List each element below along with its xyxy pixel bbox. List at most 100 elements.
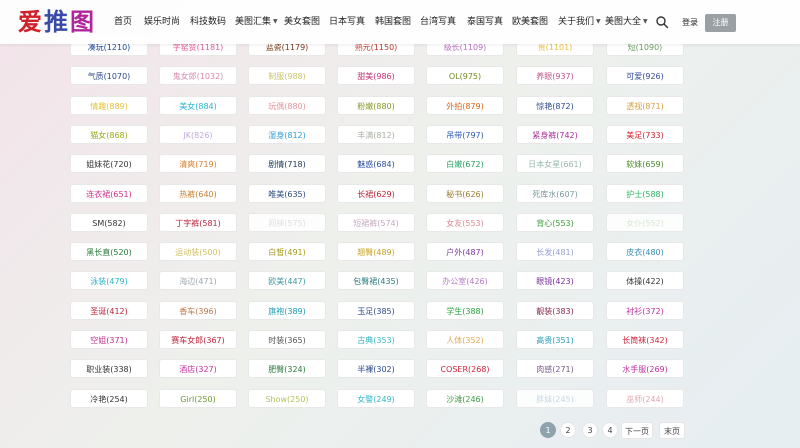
tag-link[interactable]: 水手服(269) (606, 359, 684, 378)
tag-link[interactable]: 半裸(302) (337, 359, 415, 378)
tag-link[interactable]: 眼镜(423) (516, 271, 594, 290)
tag-link[interactable]: 旗袍(389) (248, 301, 326, 320)
tag-link[interactable]: 短裙裤(574) (337, 213, 415, 232)
tag-link[interactable]: 欧美(447) (248, 271, 326, 290)
tag-link[interactable]: 热裤(640) (159, 184, 237, 203)
tag-link[interactable]: 丁字裤(581) (159, 213, 237, 232)
next-page-button[interactable]: 下一页 (621, 422, 653, 439)
nav-item-9[interactable]: 欧美套图 (512, 0, 548, 44)
tag-link[interactable]: 连衣裙(651) (70, 184, 148, 203)
tag-link[interactable]: 运动装(500) (159, 242, 237, 261)
nav-item-7[interactable]: 台湾写真 (420, 0, 456, 44)
tag-link[interactable]: 唯美(635) (248, 184, 326, 203)
search-icon[interactable] (655, 15, 669, 29)
page-1-button[interactable]: 1 (540, 422, 556, 438)
page-2-button[interactable]: 2 (560, 422, 576, 438)
tag-link[interactable]: 长筒袜(342) (606, 330, 684, 349)
tag-link[interactable]: 清爽(719) (159, 154, 237, 173)
tag-link[interactable]: 气质(1070) (70, 66, 148, 85)
tag-link[interactable]: 美女(884) (159, 96, 237, 115)
tag-link[interactable]: 职业装(338) (70, 359, 148, 378)
tag-link[interactable]: 玩偶(880) (248, 96, 326, 115)
nav-item-6[interactable]: 韩国套图 (375, 0, 411, 44)
tag-link[interactable]: 冷艳(254) (70, 389, 148, 408)
tag-link[interactable]: 沙滩(246) (426, 389, 504, 408)
page-4-button[interactable]: 4 (602, 422, 618, 438)
tag-link[interactable]: 黑长直(520) (70, 242, 148, 261)
tag-link[interactable]: 秘书(626) (426, 184, 504, 203)
tag-link[interactable]: 制服(988) (248, 66, 326, 85)
tag-link[interactable]: 女友(553) (426, 213, 504, 232)
tag-link[interactable]: 人体(352) (426, 330, 504, 349)
tag-link[interactable]: 办公室(426) (426, 271, 504, 290)
tag-link[interactable]: 翘臀(489) (337, 242, 415, 261)
tag-link[interactable]: 背心(553) (516, 213, 594, 232)
tag-link[interactable]: 肉感(271) (516, 359, 594, 378)
tag-link[interactable]: 女警(249) (337, 389, 415, 408)
tag-link[interactable]: 肥臀(324) (248, 359, 326, 378)
tag-link[interactable]: 包臀裙(435) (337, 271, 415, 290)
tag-link[interactable]: 古典(353) (337, 330, 415, 349)
tag-link[interactable]: 魅惑(684) (337, 154, 415, 173)
tag-link[interactable]: 姐妹花(720) (70, 154, 148, 173)
tag-link[interactable]: 惊艳(872) (516, 96, 594, 115)
page-3-button[interactable]: 3 (582, 422, 598, 438)
tag-link[interactable]: 外拍(879) (426, 96, 504, 115)
tag-link[interactable]: 猫女(868) (70, 125, 148, 144)
tag-link[interactable]: 长裙(629) (337, 184, 415, 203)
tag-link[interactable]: 养眼(937) (516, 66, 594, 85)
register-button[interactable]: 注册 (705, 14, 736, 32)
nav-item-3[interactable]: 美图汇集 ▼ (235, 0, 278, 44)
tag-link[interactable]: Girl(250) (159, 389, 237, 408)
tag-link[interactable]: 粉嫩(880) (337, 96, 415, 115)
tag-link[interactable]: 紧身裤(742) (516, 125, 594, 144)
tag-link[interactable]: 死库水(607) (516, 184, 594, 203)
tag-link[interactable]: 赛车女郎(367) (159, 330, 237, 349)
tag-link[interactable]: 靓装(383) (516, 301, 594, 320)
tag-link[interactable]: 甜美(986) (337, 66, 415, 85)
nav-item-10[interactable]: 关于我们 ▼ (558, 0, 601, 44)
tag-link[interactable]: 体操(422) (606, 271, 684, 290)
tag-link[interactable]: 皮衣(480) (606, 242, 684, 261)
nav-item-2[interactable]: 科技数码 (190, 0, 226, 44)
site-logo[interactable]: 爱推图 (18, 7, 96, 37)
tag-link[interactable]: 可爱(926) (606, 66, 684, 85)
tag-link[interactable]: 海边(471) (159, 271, 237, 290)
tag-link[interactable]: 女仆(552) (606, 213, 684, 232)
tag-link[interactable]: 空姐(371) (70, 330, 148, 349)
tag-link[interactable]: JK(826) (159, 125, 237, 144)
tag-link[interactable]: Show(250) (248, 389, 326, 408)
tag-link[interactable]: 时装(365) (248, 330, 326, 349)
nav-item-8[interactable]: 泰国写真 (467, 0, 503, 44)
tag-link[interactable]: 白嫩(672) (426, 154, 504, 173)
tag-link[interactable]: 透视(871) (606, 96, 684, 115)
tag-link[interactable]: 美足(733) (606, 125, 684, 144)
tag-link[interactable]: 白皙(491) (248, 242, 326, 261)
tag-link[interactable]: 情趣(889) (70, 96, 148, 115)
tag-link[interactable]: 玉足(385) (337, 301, 415, 320)
nav-item-4[interactable]: 美女套图 (284, 0, 320, 44)
tag-link[interactable]: 泳装(479) (70, 271, 148, 290)
tag-link[interactable]: 软妹(659) (606, 154, 684, 173)
login-button[interactable]: 登录 (678, 14, 702, 31)
tag-link[interactable]: 日本女星(661) (516, 154, 594, 173)
tag-link[interactable]: 香车(396) (159, 301, 237, 320)
tag-link[interactable]: 学生(388) (426, 301, 504, 320)
tag-link[interactable]: 胖妹(245) (516, 389, 594, 408)
tag-link[interactable]: 高贵(351) (516, 330, 594, 349)
tag-link[interactable]: 酒店(327) (159, 359, 237, 378)
tag-link[interactable]: 网袜(575) (248, 213, 326, 232)
last-page-button[interactable]: 末页 (659, 422, 685, 439)
tag-link[interactable]: 鬼女郎(1032) (159, 66, 237, 85)
tag-link[interactable]: 长发(481) (516, 242, 594, 261)
tag-link[interactable]: 剧情(718) (248, 154, 326, 173)
tag-link[interactable]: 衬衫(372) (606, 301, 684, 320)
tag-link[interactable]: 吊带(797) (426, 125, 504, 144)
nav-item-11[interactable]: 美图大全 ▼ (605, 0, 648, 44)
tag-link[interactable]: 丰满(812) (337, 125, 415, 144)
tag-link[interactable]: 巫师(244) (606, 389, 684, 408)
tag-link[interactable]: 圣诞(412) (70, 301, 148, 320)
tag-link[interactable]: SM(582) (70, 213, 148, 232)
nav-item-1[interactable]: 娱乐时尚 (144, 0, 180, 44)
nav-item-0[interactable]: 首页 (114, 0, 132, 44)
